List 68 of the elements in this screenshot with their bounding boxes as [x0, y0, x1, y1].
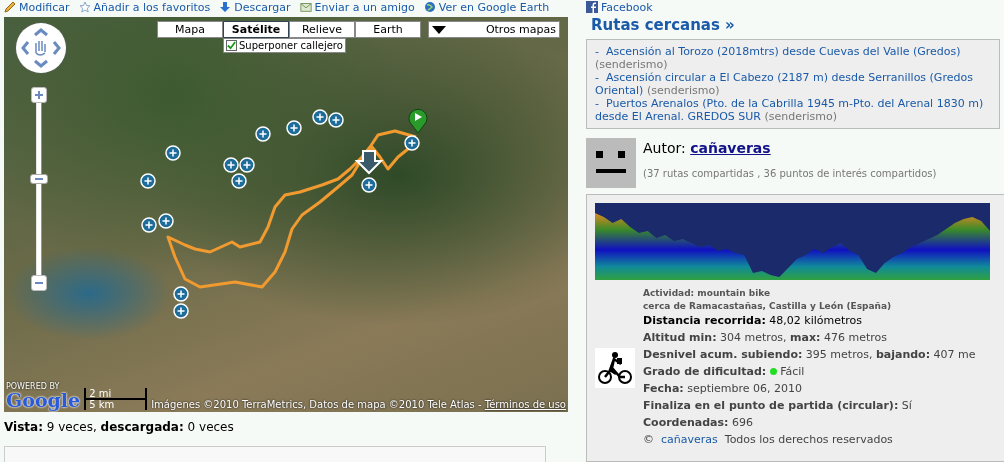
- author-link[interactable]: cañaveras: [690, 140, 771, 156]
- toolbar-link[interactable]: Descargar: [219, 0, 291, 14]
- detail-text: Desnivel acum. subiendo: 395 metros, bajando: 407 me: [643, 348, 976, 362]
- detail-text: Finaliza en el punto de partida (circular): Sí: [643, 399, 913, 413]
- cyclist-icon: [595, 347, 635, 388]
- start-pin-icon[interactable]: [408, 108, 428, 134]
- waypoint-marker-icon[interactable]: [141, 217, 157, 233]
- waypoint-marker-icon[interactable]: [173, 286, 189, 302]
- toolbar-link[interactable]: Facebook: [586, 0, 1004, 14]
- waypoint-marker-icon[interactable]: [361, 177, 377, 193]
- difficulty-label: Grado de dificultad:: [643, 365, 767, 378]
- activity-text: Actividad: mountain bike: [643, 288, 772, 298]
- pencil-icon: [4, 1, 16, 13]
- nearby-route-item[interactable]: - Ascensión circular a El Cabezo (2187 m) desde Serranillos (Gredos Oriental) (senderismo): [595, 71, 991, 97]
- caret-icon: [432, 25, 446, 34]
- download-arrow-icon: [219, 1, 232, 13]
- waypoint-marker-icon[interactable]: [239, 157, 255, 173]
- waypoint-marker-icon[interactable]: [231, 173, 247, 189]
- toolbar-link[interactable]: Añadir a los favoritos: [78, 0, 211, 14]
- map-attribution: Imágenes ©2010 TerraMetrics, Datos de mapa ©2010 Tele Atlas -: [151, 399, 482, 410]
- waypoint-marker-icon[interactable]: [223, 157, 239, 173]
- other-maps-dropdown[interactable]: Otros mapas: [428, 21, 560, 38]
- map-type-button[interactable]: Satélite: [223, 21, 289, 38]
- avatar-icon: [586, 138, 636, 188]
- detail-text: Fecha: septiembre 06, 2010: [643, 382, 804, 396]
- scale-bar: 2 mi 5 km: [84, 388, 148, 410]
- terms-link[interactable]: Términos de uso: [484, 399, 566, 410]
- envelope-icon: [299, 1, 312, 13]
- waypoint-marker-icon[interactable]: [140, 173, 156, 189]
- pan-control[interactable]: [16, 23, 66, 73]
- google-logo[interactable]: POWERED BY Google: [6, 383, 81, 410]
- nearby-route-item[interactable]: - Ascensión al Torozo (2018mtrs) desde Cuevas del Valle (Gredos) (senderismo): [595, 45, 991, 71]
- zoom-slider-thumb[interactable]: [30, 173, 48, 184]
- author-label: Autor:: [643, 140, 686, 156]
- map-type-button[interactable]: Mapa: [157, 21, 223, 38]
- nearby-routes-heading[interactable]: Rutas cercanas »: [591, 16, 1004, 34]
- waypoint-marker-icon[interactable]: [286, 120, 302, 136]
- difficulty-value: Fácil: [780, 365, 805, 378]
- zoom-out-button[interactable]: [31, 275, 47, 291]
- map-type-button[interactable]: Earth: [355, 21, 421, 38]
- star-icon: [78, 1, 91, 13]
- detail-text: Distancia recorrida: 48,02 kilómetros: [643, 314, 864, 328]
- view-download-stats: Vista: 9 veces, descargada: 0 veces: [4, 420, 235, 434]
- waypoint-marker-icon[interactable]: [158, 213, 174, 229]
- toolbar-link[interactable]: Enviar a un amigo: [299, 0, 415, 14]
- toolbar-link[interactable]: Modificar: [4, 0, 70, 14]
- author-link[interactable]: cañaveras: [661, 433, 718, 446]
- facebook-icon: [586, 1, 598, 13]
- waypoint-marker-icon[interactable]: [328, 112, 344, 128]
- waypoint-marker-icon[interactable]: [312, 109, 328, 125]
- waypoint-marker-icon[interactable]: [165, 145, 181, 161]
- detail-text: Altitud min: 304 metros, max: 476 metros: [643, 331, 889, 345]
- detail-text: Coordenadas: 696: [643, 416, 754, 430]
- zoom-in-button[interactable]: [31, 87, 47, 103]
- location-text: cerca de Ramacastañas, Castilla y León (España): [643, 301, 893, 311]
- waypoint-marker-icon[interactable]: [404, 135, 420, 151]
- toolbar-link[interactable]: Ver en Google Earth: [423, 0, 550, 14]
- check-icon: [227, 41, 236, 50]
- author-summary: (37 rutas compartidas , 36 puntos de interés compartidos): [643, 168, 937, 179]
- map-type-button[interactable]: Relieve: [289, 21, 355, 38]
- down-arrow-icon: [354, 150, 384, 175]
- waypoint-marker-icon[interactable]: [255, 126, 271, 142]
- plus-icon: [34, 90, 44, 100]
- nearby-route-item[interactable]: - Puertos Arenalos (Pto. de la Cabrilla 1945 m-Pto. del Arenal 1830 m) desde El Arenal. GREDOS SUR (senderismo): [595, 97, 991, 123]
- copyright-text: Todos los derechos reservados: [724, 433, 893, 446]
- overlay-checkbox[interactable]: Superponer callejero: [223, 38, 346, 53]
- waypoint-marker-icon[interactable]: [173, 303, 189, 319]
- copyright-symbol: ©: [643, 433, 654, 446]
